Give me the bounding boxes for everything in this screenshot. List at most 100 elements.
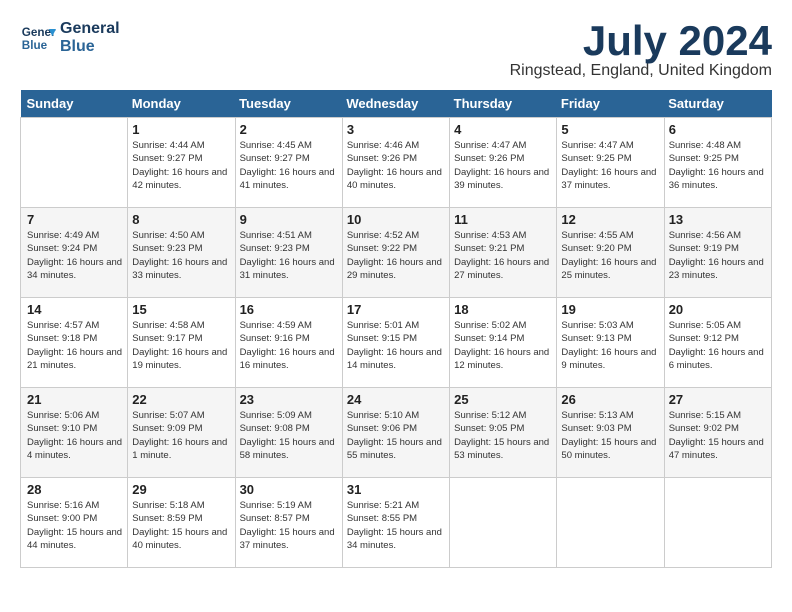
calendar-cell: 16 Sunrise: 4:59 AM Sunset: 9:16 PM Dayl… bbox=[235, 298, 342, 388]
day-number: 10 bbox=[347, 212, 445, 227]
day-info: Sunrise: 4:55 AM Sunset: 9:20 PM Dayligh… bbox=[561, 229, 659, 282]
day-info: Sunrise: 5:12 AM Sunset: 9:05 PM Dayligh… bbox=[454, 409, 552, 462]
day-number: 4 bbox=[454, 122, 552, 137]
day-number: 28 bbox=[27, 482, 123, 497]
calendar-cell: 31 Sunrise: 5:21 AM Sunset: 8:55 PM Dayl… bbox=[342, 478, 449, 568]
calendar-cell: 14 Sunrise: 4:57 AM Sunset: 9:18 PM Dayl… bbox=[21, 298, 128, 388]
week-row-1: 1 Sunrise: 4:44 AM Sunset: 9:27 PM Dayli… bbox=[21, 118, 772, 208]
calendar-cell: 26 Sunrise: 5:13 AM Sunset: 9:03 PM Dayl… bbox=[557, 388, 664, 478]
day-number: 14 bbox=[27, 302, 123, 317]
day-info: Sunrise: 5:02 AM Sunset: 9:14 PM Dayligh… bbox=[454, 319, 552, 372]
day-info: Sunrise: 5:05 AM Sunset: 9:12 PM Dayligh… bbox=[669, 319, 767, 372]
calendar-cell: 24 Sunrise: 5:10 AM Sunset: 9:06 PM Dayl… bbox=[342, 388, 449, 478]
day-info: Sunrise: 5:09 AM Sunset: 9:08 PM Dayligh… bbox=[240, 409, 338, 462]
day-number: 11 bbox=[454, 212, 552, 227]
day-number: 31 bbox=[347, 482, 445, 497]
day-number: 19 bbox=[561, 302, 659, 317]
calendar-table: SundayMondayTuesdayWednesdayThursdayFrid… bbox=[20, 90, 772, 568]
calendar-cell bbox=[664, 478, 771, 568]
weekday-header-sunday: Sunday bbox=[21, 90, 128, 118]
day-number: 13 bbox=[669, 212, 767, 227]
calendar-cell: 30 Sunrise: 5:19 AM Sunset: 8:57 PM Dayl… bbox=[235, 478, 342, 568]
calendar-cell: 22 Sunrise: 5:07 AM Sunset: 9:09 PM Dayl… bbox=[128, 388, 235, 478]
calendar-cell: 7 Sunrise: 4:49 AM Sunset: 9:24 PM Dayli… bbox=[21, 208, 128, 298]
page-header: General Blue General Blue July 2024 Ring… bbox=[20, 20, 772, 80]
calendar-cell: 23 Sunrise: 5:09 AM Sunset: 9:08 PM Dayl… bbox=[235, 388, 342, 478]
weekday-header-wednesday: Wednesday bbox=[342, 90, 449, 118]
day-info: Sunrise: 4:47 AM Sunset: 9:26 PM Dayligh… bbox=[454, 139, 552, 192]
weekday-header-thursday: Thursday bbox=[450, 90, 557, 118]
svg-text:Blue: Blue bbox=[22, 39, 48, 52]
day-info: Sunrise: 5:01 AM Sunset: 9:15 PM Dayligh… bbox=[347, 319, 445, 372]
day-number: 15 bbox=[132, 302, 230, 317]
day-info: Sunrise: 4:45 AM Sunset: 9:27 PM Dayligh… bbox=[240, 139, 338, 192]
day-info: Sunrise: 4:57 AM Sunset: 9:18 PM Dayligh… bbox=[27, 319, 123, 372]
calendar-cell: 9 Sunrise: 4:51 AM Sunset: 9:23 PM Dayli… bbox=[235, 208, 342, 298]
calendar-cell: 10 Sunrise: 4:52 AM Sunset: 9:22 PM Dayl… bbox=[342, 208, 449, 298]
location-subtitle: Ringstead, England, United Kingdom bbox=[510, 62, 772, 80]
day-number: 25 bbox=[454, 392, 552, 407]
calendar-cell: 25 Sunrise: 5:12 AM Sunset: 9:05 PM Dayl… bbox=[450, 388, 557, 478]
calendar-cell: 29 Sunrise: 5:18 AM Sunset: 8:59 PM Dayl… bbox=[128, 478, 235, 568]
week-row-2: 7 Sunrise: 4:49 AM Sunset: 9:24 PM Dayli… bbox=[21, 208, 772, 298]
calendar-cell: 6 Sunrise: 4:48 AM Sunset: 9:25 PM Dayli… bbox=[664, 118, 771, 208]
day-info: Sunrise: 5:13 AM Sunset: 9:03 PM Dayligh… bbox=[561, 409, 659, 462]
calendar-cell: 11 Sunrise: 4:53 AM Sunset: 9:21 PM Dayl… bbox=[450, 208, 557, 298]
day-info: Sunrise: 5:18 AM Sunset: 8:59 PM Dayligh… bbox=[132, 499, 230, 552]
day-info: Sunrise: 5:15 AM Sunset: 9:02 PM Dayligh… bbox=[669, 409, 767, 462]
day-info: Sunrise: 5:03 AM Sunset: 9:13 PM Dayligh… bbox=[561, 319, 659, 372]
day-number: 12 bbox=[561, 212, 659, 227]
day-info: Sunrise: 4:46 AM Sunset: 9:26 PM Dayligh… bbox=[347, 139, 445, 192]
weekday-header-tuesday: Tuesday bbox=[235, 90, 342, 118]
calendar-cell: 2 Sunrise: 4:45 AM Sunset: 9:27 PM Dayli… bbox=[235, 118, 342, 208]
calendar-cell: 28 Sunrise: 5:16 AM Sunset: 9:00 PM Dayl… bbox=[21, 478, 128, 568]
weekday-header-saturday: Saturday bbox=[664, 90, 771, 118]
day-number: 30 bbox=[240, 482, 338, 497]
day-number: 18 bbox=[454, 302, 552, 317]
calendar-cell: 8 Sunrise: 4:50 AM Sunset: 9:23 PM Dayli… bbox=[128, 208, 235, 298]
day-number: 6 bbox=[669, 122, 767, 137]
calendar-cell bbox=[450, 478, 557, 568]
day-number: 24 bbox=[347, 392, 445, 407]
day-info: Sunrise: 4:58 AM Sunset: 9:17 PM Dayligh… bbox=[132, 319, 230, 372]
calendar-cell bbox=[557, 478, 664, 568]
day-info: Sunrise: 5:06 AM Sunset: 9:10 PM Dayligh… bbox=[27, 409, 123, 462]
day-info: Sunrise: 4:56 AM Sunset: 9:19 PM Dayligh… bbox=[669, 229, 767, 282]
day-number: 22 bbox=[132, 392, 230, 407]
day-info: Sunrise: 4:44 AM Sunset: 9:27 PM Dayligh… bbox=[132, 139, 230, 192]
logo-icon: General Blue bbox=[20, 20, 56, 56]
logo-general: General bbox=[60, 20, 120, 38]
day-number: 3 bbox=[347, 122, 445, 137]
day-number: 5 bbox=[561, 122, 659, 137]
day-info: Sunrise: 4:49 AM Sunset: 9:24 PM Dayligh… bbox=[27, 229, 123, 282]
day-number: 7 bbox=[27, 212, 123, 227]
day-info: Sunrise: 4:52 AM Sunset: 9:22 PM Dayligh… bbox=[347, 229, 445, 282]
day-info: Sunrise: 5:16 AM Sunset: 9:00 PM Dayligh… bbox=[27, 499, 123, 552]
weekday-header-monday: Monday bbox=[128, 90, 235, 118]
day-info: Sunrise: 4:48 AM Sunset: 9:25 PM Dayligh… bbox=[669, 139, 767, 192]
calendar-cell bbox=[21, 118, 128, 208]
day-info: Sunrise: 4:51 AM Sunset: 9:23 PM Dayligh… bbox=[240, 229, 338, 282]
calendar-cell: 18 Sunrise: 5:02 AM Sunset: 9:14 PM Dayl… bbox=[450, 298, 557, 388]
weekday-header-row: SundayMondayTuesdayWednesdayThursdayFrid… bbox=[21, 90, 772, 118]
day-number: 9 bbox=[240, 212, 338, 227]
day-number: 29 bbox=[132, 482, 230, 497]
day-info: Sunrise: 4:50 AM Sunset: 9:23 PM Dayligh… bbox=[132, 229, 230, 282]
day-info: Sunrise: 5:10 AM Sunset: 9:06 PM Dayligh… bbox=[347, 409, 445, 462]
day-number: 8 bbox=[132, 212, 230, 227]
calendar-cell: 4 Sunrise: 4:47 AM Sunset: 9:26 PM Dayli… bbox=[450, 118, 557, 208]
day-info: Sunrise: 5:07 AM Sunset: 9:09 PM Dayligh… bbox=[132, 409, 230, 462]
day-info: Sunrise: 5:21 AM Sunset: 8:55 PM Dayligh… bbox=[347, 499, 445, 552]
week-row-4: 21 Sunrise: 5:06 AM Sunset: 9:10 PM Dayl… bbox=[21, 388, 772, 478]
day-info: Sunrise: 5:19 AM Sunset: 8:57 PM Dayligh… bbox=[240, 499, 338, 552]
day-number: 2 bbox=[240, 122, 338, 137]
day-number: 16 bbox=[240, 302, 338, 317]
day-number: 26 bbox=[561, 392, 659, 407]
day-number: 17 bbox=[347, 302, 445, 317]
day-number: 23 bbox=[240, 392, 338, 407]
calendar-cell: 17 Sunrise: 5:01 AM Sunset: 9:15 PM Dayl… bbox=[342, 298, 449, 388]
logo: General Blue General Blue bbox=[20, 20, 120, 56]
calendar-cell: 19 Sunrise: 5:03 AM Sunset: 9:13 PM Dayl… bbox=[557, 298, 664, 388]
day-number: 21 bbox=[27, 392, 123, 407]
weekday-header-friday: Friday bbox=[557, 90, 664, 118]
